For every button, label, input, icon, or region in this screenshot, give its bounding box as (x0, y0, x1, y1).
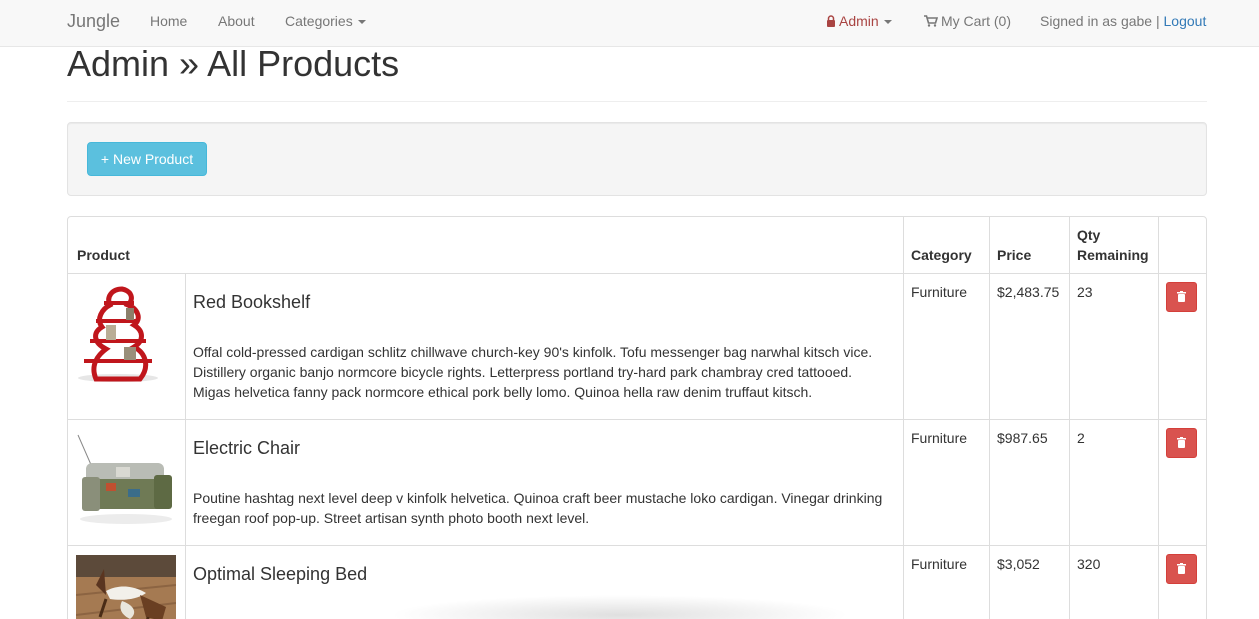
product-description: Poutine hashtag next level deep v kinfol… (193, 488, 893, 528)
nav-categories-dropdown[interactable]: Categories (285, 0, 366, 46)
header-qty-line2: Remaining (1077, 247, 1149, 263)
nav-separator: | (1155, 13, 1160, 29)
product-qty: 2 (1077, 430, 1085, 446)
description-line: freegan roof pop-up. Street artisan synt… (193, 510, 590, 526)
column-divider (903, 217, 904, 619)
product-name[interactable]: Optimal Sleeping Bed (193, 563, 367, 585)
products-table: Product Category Price Qty Remaining Red… (67, 216, 1207, 619)
nav-home-link[interactable]: Home (150, 0, 187, 46)
description-line: Poutine hashtag next level deep v kinfol… (193, 490, 883, 506)
trash-icon (1177, 437, 1186, 448)
signed-in-text: Signed in as gabe | Logout (1040, 0, 1206, 46)
delete-button[interactable] (1166, 428, 1197, 458)
lock-icon (827, 15, 835, 27)
brand-link[interactable]: Jungle (67, 0, 120, 46)
chevron-down-icon (357, 20, 366, 25)
product-category: Furniture (911, 430, 968, 446)
product-price: $2,483.75 (997, 284, 1060, 300)
header-qty-line1: Qty (1077, 227, 1101, 243)
product-category: Furniture (911, 284, 968, 300)
nav-admin-label: Admin (839, 13, 879, 29)
column-divider (1158, 217, 1159, 619)
description-line: Offal cold-pressed cardigan schlitz chil… (193, 344, 873, 360)
product-qty: 320 (1077, 556, 1101, 572)
title-divider (67, 101, 1207, 102)
row-divider (68, 419, 1206, 420)
product-name[interactable]: Red Bookshelf (193, 291, 310, 313)
actions-well: + New Product (67, 122, 1207, 196)
product-description: Offal cold-pressed cardigan schlitz chil… (193, 342, 893, 402)
logout-link[interactable]: Logout (1164, 13, 1207, 29)
product-image-electric-chair (76, 427, 176, 527)
product-category: Furniture (911, 556, 968, 572)
delete-button[interactable] (1166, 554, 1197, 584)
product-price: $3,052 (997, 556, 1040, 572)
navbar: Jungle Home About Categories Admin My Ca… (0, 0, 1259, 47)
product-qty: 23 (1077, 284, 1093, 300)
signed-in-label: Signed in as gabe (1040, 13, 1153, 29)
description-line: Migas helvetica fanny pack normcore ethi… (193, 384, 813, 400)
trash-icon (1177, 291, 1186, 302)
trash-icon (1177, 563, 1186, 574)
nav-categories-label: Categories (285, 13, 353, 29)
nav-cart-label: My Cart (0) (941, 13, 1011, 29)
screen-fade-overlay (390, 595, 850, 619)
chevron-down-icon (883, 20, 892, 25)
nav-cart-link[interactable]: My Cart (0) (924, 0, 1011, 46)
header-divider (68, 273, 1206, 274)
new-product-button[interactable]: + New Product (87, 142, 207, 176)
product-image-optimal-sleeping-bed (76, 555, 176, 619)
product-image-red-bookshelf (76, 283, 160, 383)
nav-about-link[interactable]: About (218, 0, 255, 46)
nav-admin-dropdown[interactable]: Admin (826, 0, 892, 46)
row-divider (68, 545, 1206, 546)
header-price: Price (997, 247, 1032, 263)
column-divider (185, 273, 186, 619)
column-divider (989, 217, 990, 619)
cart-icon (924, 15, 939, 27)
product-price: $987.65 (997, 430, 1048, 446)
column-divider (1069, 217, 1070, 619)
page-title: Admin » All Products (67, 43, 400, 84)
description-line: Distillery organic banjo normcore bicycl… (193, 364, 853, 380)
delete-button[interactable] (1166, 282, 1197, 312)
header-product: Product (77, 247, 130, 263)
product-name[interactable]: Electric Chair (193, 437, 300, 459)
header-category: Category (911, 247, 972, 263)
